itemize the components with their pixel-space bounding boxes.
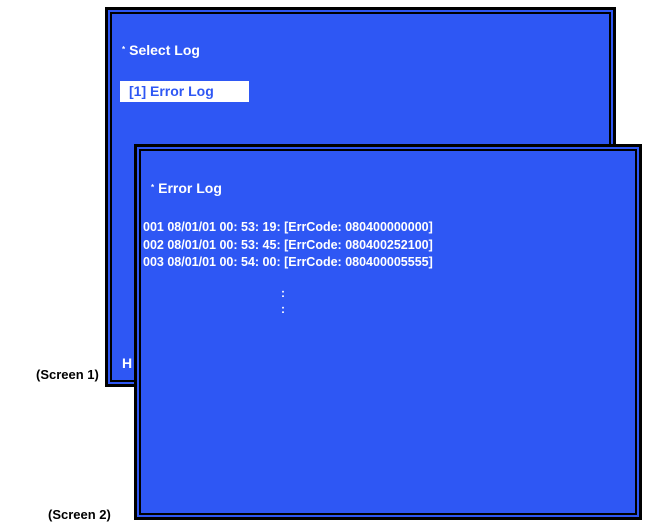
error-log-heading: * Error Log (151, 180, 222, 196)
select-log-heading: * Select Log (122, 42, 200, 58)
screen-2-caption: (Screen 2) (48, 507, 111, 522)
continuation-marks: : : (281, 285, 285, 317)
bullet-icon: * (151, 183, 155, 192)
screen-1-caption: (Screen 1) (36, 367, 99, 382)
continuation-mark: : (281, 286, 285, 300)
select-log-title: Select Log (129, 42, 200, 58)
bullet-icon: * (122, 45, 126, 54)
log-entry: 003 08/01/01 00: 54: 00: [ErrCode: 08040… (143, 255, 433, 269)
error-log-title: Error Log (158, 180, 222, 196)
log-entry: 001 08/01/01 00: 53: 19: [ErrCode: 08040… (143, 220, 433, 234)
error-log-screen: * Error Log 001 08/01/01 00: 53: 19: [Err… (134, 144, 642, 520)
menu-item-error-log[interactable]: [1] Error Log (120, 81, 249, 102)
log-entry: 002 08/01/01 00: 53: 45: [ErrCode: 08040… (143, 237, 433, 252)
error-log-list: 001 08/01/01 00: 53: 19: [ErrCode: 08040… (143, 219, 433, 272)
continuation-mark: : (281, 302, 285, 316)
hidden-text-fragment: H (122, 355, 133, 371)
